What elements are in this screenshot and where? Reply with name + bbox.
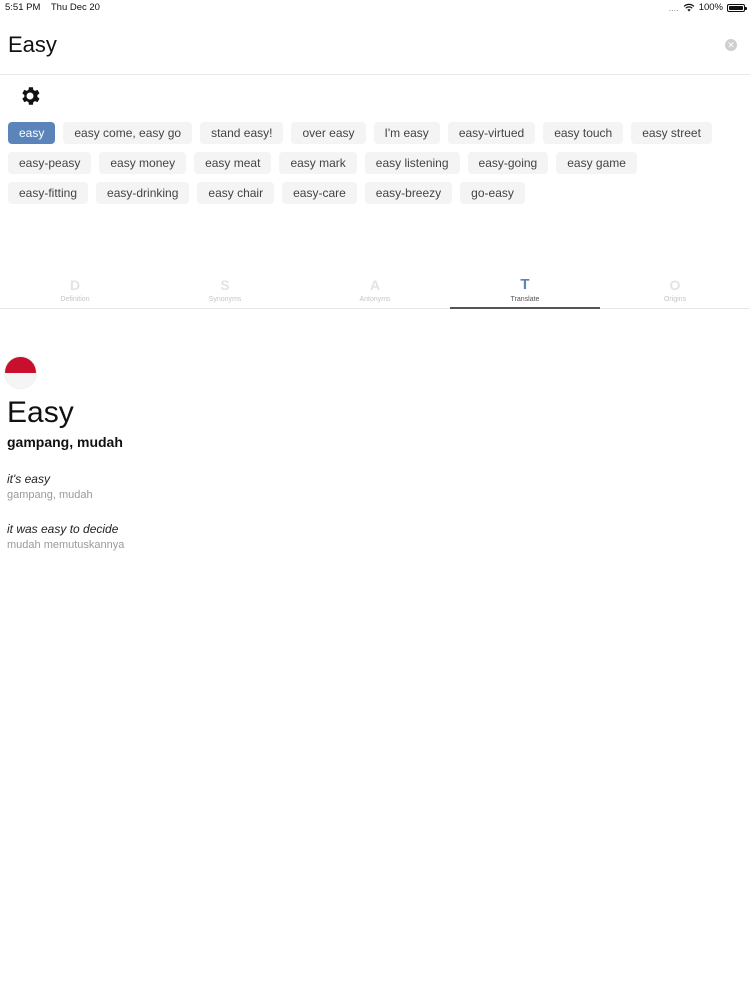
phrase-chip[interactable]: easy mark bbox=[279, 152, 357, 174]
phrase-chip[interactable]: go-easy bbox=[460, 182, 525, 204]
example-phrase: it was easy to decide bbox=[7, 522, 119, 536]
signal-icon: .... bbox=[668, 2, 679, 13]
status-left: 5:51 PM Thu Dec 20 bbox=[5, 2, 108, 13]
tab-label: Translate bbox=[510, 296, 540, 303]
tab-label: Definition bbox=[60, 296, 90, 303]
status-bar: 5:51 PM Thu Dec 20 .... 100% bbox=[0, 0, 750, 14]
example-phrase: it's easy bbox=[7, 472, 50, 486]
translation-word: Easy bbox=[7, 396, 74, 429]
phrase-chip[interactable]: easy bbox=[8, 122, 56, 144]
phrase-chip[interactable]: easy street bbox=[631, 122, 712, 144]
example-item: it was easy to decide mudah memutuskanny… bbox=[7, 522, 124, 551]
dictionary-page: 5:51 PM Thu Dec 20 .... 100% ✕ easy easy … bbox=[0, 0, 750, 1000]
wifi-icon bbox=[683, 3, 695, 12]
status-right: .... 100% bbox=[668, 2, 747, 13]
tab-translate[interactable]: T Translate bbox=[450, 276, 600, 309]
tab-definition-icon: D bbox=[69, 277, 81, 293]
tab-origins-icon: O bbox=[669, 277, 681, 293]
phrase-chip[interactable]: easy-going bbox=[467, 152, 549, 174]
phrase-chip[interactable]: easy touch bbox=[543, 122, 624, 144]
tab-antonyms-icon: A bbox=[369, 277, 381, 293]
phrase-chip[interactable]: easy money bbox=[99, 152, 187, 174]
phrase-chip[interactable]: easy-virtued bbox=[447, 122, 536, 144]
gear-icon bbox=[22, 87, 40, 105]
battery-icon bbox=[727, 3, 747, 12]
phrase-chip[interactable]: I'm easy bbox=[373, 122, 440, 144]
tab-translate-icon: T bbox=[520, 276, 530, 293]
settings-button[interactable] bbox=[18, 84, 42, 108]
tab-definition[interactable]: D Definition bbox=[0, 276, 150, 308]
search-input[interactable] bbox=[8, 30, 698, 60]
tab-origins[interactable]: O Origins bbox=[600, 276, 750, 308]
phrase-chip[interactable]: easy-breezy bbox=[364, 182, 453, 204]
phrase-chip[interactable]: easy listening bbox=[364, 152, 460, 174]
phrase-chip[interactable]: over easy bbox=[291, 122, 366, 144]
phrase-chip[interactable]: easy meat bbox=[194, 152, 272, 174]
phrase-chip[interactable]: easy-fitting bbox=[8, 182, 89, 204]
tab-synonyms-icon: S bbox=[220, 277, 230, 293]
tab-label: Antonyms bbox=[359, 296, 391, 303]
phrase-chip[interactable]: stand easy! bbox=[200, 122, 284, 144]
search-bar: ✕ bbox=[0, 22, 750, 75]
phrase-chip[interactable]: easy-drinking bbox=[96, 182, 190, 204]
phrase-chip[interactable]: easy-peasy bbox=[8, 152, 92, 174]
tab-bar: D Definition S Synonyms A Antonyms T Translate O… bbox=[0, 276, 750, 309]
phrase-chip[interactable]: easy chair bbox=[197, 182, 275, 204]
tab-antonyms[interactable]: A Antonyms bbox=[300, 276, 450, 308]
tab-label: Synonyms bbox=[208, 296, 242, 303]
related-phrases: easy easy come, easy go stand easy! over ea… bbox=[8, 122, 718, 204]
phrase-chip[interactable]: easy come, easy go bbox=[63, 122, 193, 144]
indonesia-flag-icon bbox=[4, 356, 37, 389]
example-item: it's easy gampang, mudah bbox=[7, 472, 93, 501]
example-translation: gampang, mudah bbox=[7, 489, 93, 501]
example-translation: mudah memutuskannya bbox=[7, 539, 125, 551]
clear-icon[interactable]: ✕ bbox=[725, 39, 737, 51]
phrase-chip[interactable]: easy-care bbox=[282, 182, 357, 204]
status-time: 5:51 PM bbox=[5, 2, 41, 13]
tab-synonyms[interactable]: S Synonyms bbox=[150, 276, 300, 308]
phrase-chip[interactable]: easy game bbox=[556, 152, 637, 174]
tab-label: Origins bbox=[663, 296, 687, 303]
battery-percent: 100% bbox=[698, 2, 723, 13]
translation-meaning: gampang, mudah bbox=[7, 434, 123, 450]
status-date: Thu Dec 20 bbox=[50, 2, 100, 13]
